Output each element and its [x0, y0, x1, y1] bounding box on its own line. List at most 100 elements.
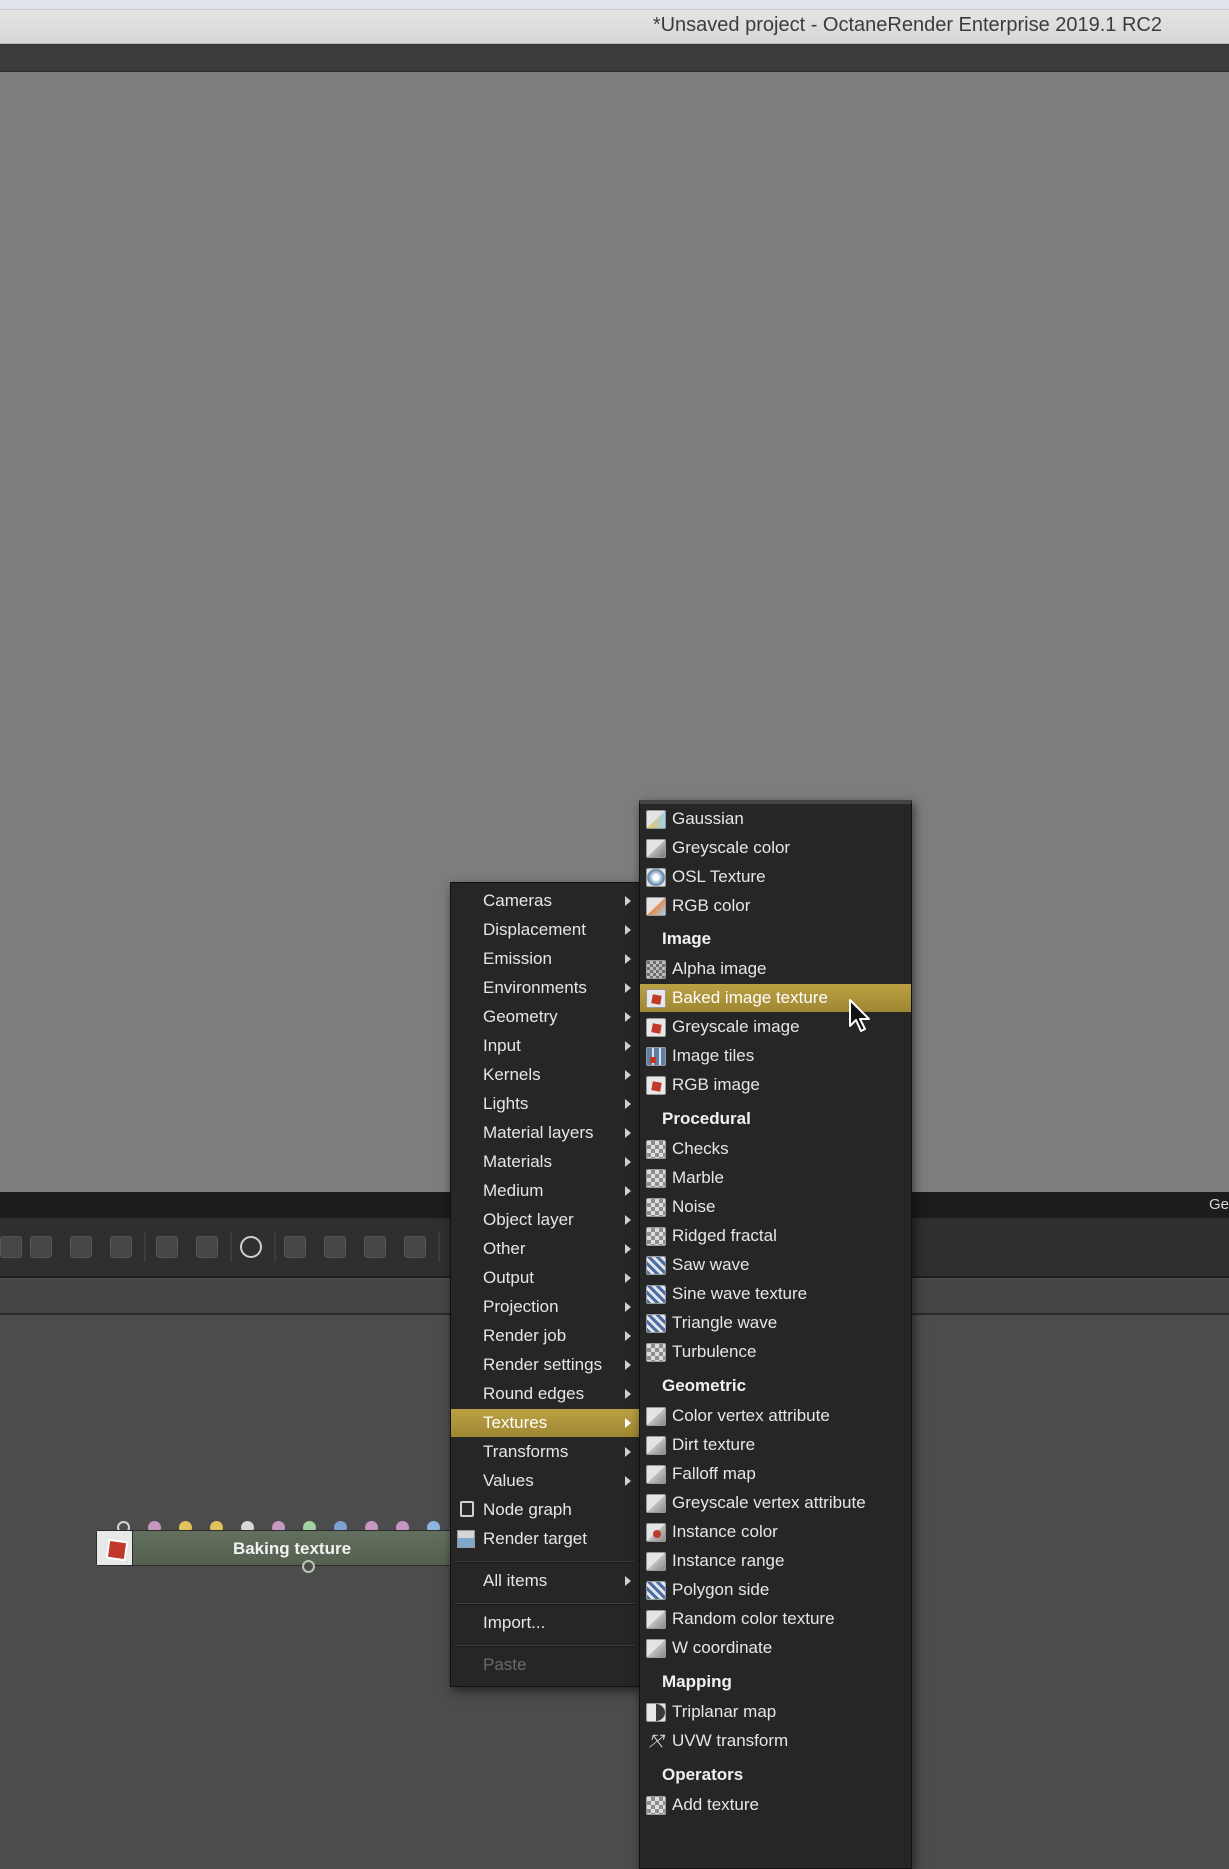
rgb-color-icon	[646, 897, 666, 916]
status-text: Ge	[1208, 1196, 1229, 1213]
world-icon[interactable]	[156, 1236, 178, 1258]
menu-item-saw-wave[interactable]: Saw wave	[640, 1251, 911, 1279]
submenu-arrow-icon	[625, 1447, 631, 1457]
menu-item-lights[interactable]: Lights	[451, 1090, 639, 1118]
menu-item-material-layers[interactable]: Material layers	[451, 1119, 639, 1147]
section-header-operators: Operators	[662, 1765, 744, 1784]
toolbar-icon-7[interactable]	[364, 1236, 386, 1258]
menu-item-polygon-side[interactable]: Polygon side	[640, 1576, 911, 1604]
image-texture-icon	[97, 1531, 133, 1565]
toolbar-icon-5[interactable]	[284, 1236, 306, 1258]
osl-texture-icon	[646, 868, 666, 887]
procedural-texture-icon	[646, 1227, 666, 1246]
menu-item-greyscale-color[interactable]: Greyscale color	[640, 834, 911, 862]
menu-item-render-target[interactable]: Render target	[451, 1525, 639, 1553]
menu-item-cameras[interactable]: Cameras	[451, 887, 639, 915]
menu-item-falloff-map[interactable]: Falloff map	[640, 1460, 911, 1488]
menu-item-gaussian[interactable]: Gaussian	[640, 805, 911, 833]
menu-item-random-color-texture[interactable]: Random color texture	[640, 1605, 911, 1633]
menu-item-node-graph[interactable]: Node graph	[451, 1496, 639, 1524]
menu-item-triangle-wave[interactable]: Triangle wave	[640, 1309, 911, 1337]
menu-item-paste: Paste	[483, 1655, 527, 1674]
submenu-arrow-icon	[625, 896, 631, 906]
geometric-texture-icon	[646, 1407, 666, 1426]
submenu-arrow-icon	[625, 1389, 631, 1399]
operator-texture-icon	[646, 1796, 666, 1815]
menu-item-round-edges[interactable]: Round edges	[451, 1380, 639, 1408]
geometric-texture-icon	[646, 1494, 666, 1513]
submenu-arrow-icon	[625, 1331, 631, 1341]
menu-item-emission[interactable]: Emission	[451, 945, 639, 973]
menu-item-render-settings[interactable]: Render settings	[451, 1351, 639, 1379]
procedural-texture-icon	[646, 1140, 666, 1159]
menu-item-rgb-color[interactable]: RGB color	[640, 892, 911, 920]
submenu-arrow-icon	[625, 1012, 631, 1022]
menu-item-projection[interactable]: Projection	[451, 1293, 639, 1321]
toolbar-separator	[438, 1232, 440, 1262]
procedural-texture-icon	[646, 1169, 666, 1188]
toolbar-icon-8[interactable]	[404, 1236, 426, 1258]
menu-separator	[455, 1645, 635, 1647]
menu-item-ridged-fractal[interactable]: Ridged fractal	[640, 1222, 911, 1250]
menu-item-render-job[interactable]: Render job	[451, 1322, 639, 1350]
menu-item-values[interactable]: Values	[451, 1467, 639, 1495]
toolbar-icon-6[interactable]	[324, 1236, 346, 1258]
geometric-texture-icon	[646, 1436, 666, 1455]
geometric-texture-icon	[646, 1639, 666, 1658]
menu-item-image-tiles[interactable]: Image tiles	[640, 1042, 911, 1070]
menu-item-alpha-image[interactable]: Alpha image	[640, 955, 911, 983]
menu-item-instance-color[interactable]: Instance color	[640, 1518, 911, 1546]
node-graph-icon	[460, 1501, 474, 1517]
geometric-texture-icon	[646, 1610, 666, 1629]
menu-item-color-vertex-attribute[interactable]: Color vertex attribute	[640, 1402, 911, 1430]
menu-item-osl-texture[interactable]: OSL Texture	[640, 863, 911, 891]
menu-item-kernels[interactable]: Kernels	[451, 1061, 639, 1089]
menu-item-other[interactable]: Other	[451, 1235, 639, 1263]
menu-item-noise[interactable]: Noise	[640, 1193, 911, 1221]
menu-item-greyscale-vertex-attribute[interactable]: Greyscale vertex attribute	[640, 1489, 911, 1517]
menu-item-add-texture[interactable]: Add texture	[640, 1791, 911, 1819]
menu-item-geometry[interactable]: Geometry	[451, 1003, 639, 1031]
menu-item-object-layer[interactable]: Object layer	[451, 1206, 639, 1234]
window-title: *Unsaved project - OctaneRender Enterpri…	[652, 14, 1162, 36]
menu-item-sine-wave-texture[interactable]: Sine wave texture	[640, 1280, 911, 1308]
toolbar-icon-3[interactable]	[70, 1236, 92, 1258]
menu-item-materials[interactable]: Materials	[451, 1148, 639, 1176]
toolbar-icon-1[interactable]	[0, 1236, 22, 1258]
submenu-arrow-icon	[625, 954, 631, 964]
menu-item-turbulence[interactable]: Turbulence	[640, 1338, 911, 1366]
toolbar-separator	[274, 1232, 276, 1262]
section-header-mapping: Mapping	[662, 1672, 732, 1691]
geometric-texture-icon	[646, 1465, 666, 1484]
menu-item-displacement[interactable]: Displacement	[451, 916, 639, 944]
menu-item-checks[interactable]: Checks	[640, 1135, 911, 1163]
node-output-pin[interactable]	[302, 1560, 315, 1573]
baking-texture-node[interactable]: Baking texture	[96, 1530, 452, 1566]
toolbar-icon-2[interactable]	[30, 1236, 52, 1258]
menu-item-dirt-texture[interactable]: Dirt texture	[640, 1431, 911, 1459]
menu-item-environments[interactable]: Environments	[451, 974, 639, 1002]
menu-item-instance-range[interactable]: Instance range	[640, 1547, 911, 1575]
menu-item-import[interactable]: Import...	[451, 1609, 639, 1637]
menu-item-all-items[interactable]: All items	[451, 1567, 639, 1595]
film-region-icon[interactable]	[196, 1236, 218, 1258]
menu-item-medium[interactable]: Medium	[451, 1177, 639, 1205]
submenu-arrow-icon	[625, 1128, 631, 1138]
picker-icon[interactable]	[240, 1236, 262, 1258]
node-label: Baking texture	[232, 1539, 352, 1558]
menu-item-transforms[interactable]: Transforms	[451, 1438, 639, 1466]
submenu-arrow-icon	[625, 1418, 631, 1428]
menu-item-w-coordinate[interactable]: W coordinate	[640, 1634, 911, 1662]
geometric-texture-icon	[646, 1552, 666, 1571]
section-header-procedural: Procedural	[662, 1109, 751, 1128]
menu-item-output[interactable]: Output	[451, 1264, 639, 1292]
toolbar-icon-4[interactable]	[110, 1236, 132, 1258]
window-titlebar: *Unsaved project - OctaneRender Enterpri…	[0, 0, 1229, 44]
menu-item-uvw-transform[interactable]: UVW transform	[640, 1727, 911, 1755]
menu-item-triplanar-map[interactable]: Triplanar map	[640, 1698, 911, 1726]
menu-item-rgb-image[interactable]: RGB image	[640, 1071, 911, 1099]
menu-item-input[interactable]: Input	[451, 1032, 639, 1060]
menu-item-textures[interactable]: Textures	[451, 1409, 639, 1437]
menu-item-marble[interactable]: Marble	[640, 1164, 911, 1192]
image-texture-icon	[646, 1076, 666, 1095]
